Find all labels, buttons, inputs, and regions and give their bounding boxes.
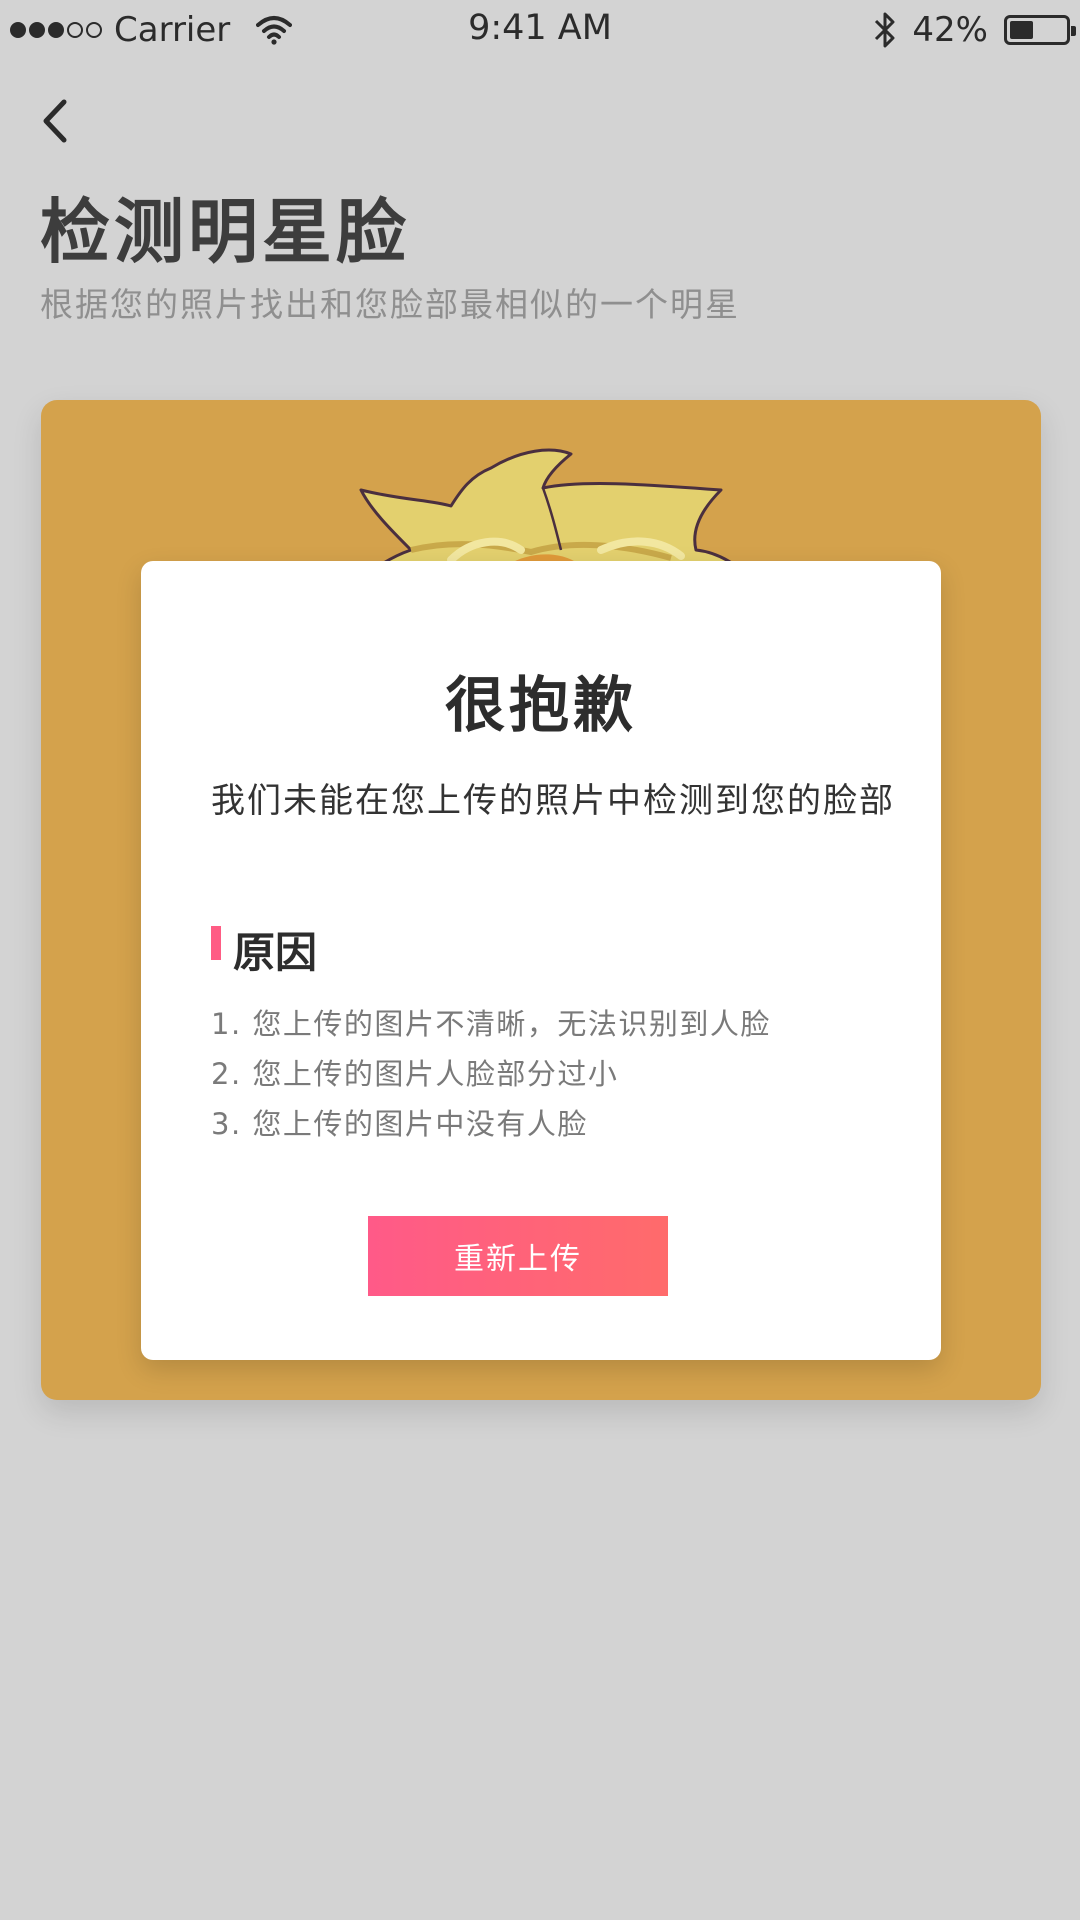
page-title: 检测明星脸 [40,191,410,273]
status-right: 42% [872,6,1076,54]
dialog-message: 我们未能在您上传的照片中检测到您的脸部 [211,781,895,821]
reason-accent-bar [211,926,221,960]
battery-level [1010,21,1033,39]
battery-icon [1004,15,1076,45]
reason-item: 2. 您上传的图片人脸部分过小 [211,1057,619,1091]
reupload-button[interactable]: 重新上传 [368,1216,668,1296]
page-subtitle: 根据您的照片找出和您脸部最相似的一个明星 [40,285,740,324]
reason-item: 3. 您上传的图片中没有人脸 [211,1107,588,1141]
reason-item: 1. 您上传的图片不清晰，无法识别到人脸 [211,1007,771,1041]
error-dialog: 很抱歉 我们未能在您上传的照片中检测到您的脸部 原因 1. 您上传的图片不清晰，… [141,561,941,1360]
screen: Carrier 9:41 AM 42% 检测明星脸 根据您的照片找出和您脸部最相… [0,0,1080,1920]
dialog-title: 很抱歉 [445,671,637,741]
reason-list: 1. 您上传的图片不清晰，无法识别到人脸 2. 您上传的图片人脸部分过小 3. … [211,999,771,1149]
battery-tip [1071,26,1076,36]
reason-heading: 原因 [233,928,318,977]
back-arrow-icon[interactable] [36,94,78,148]
status-bar: Carrier 9:41 AM 42% [0,0,1080,60]
bluetooth-icon [875,12,895,48]
battery-percent: 42% [912,10,988,50]
